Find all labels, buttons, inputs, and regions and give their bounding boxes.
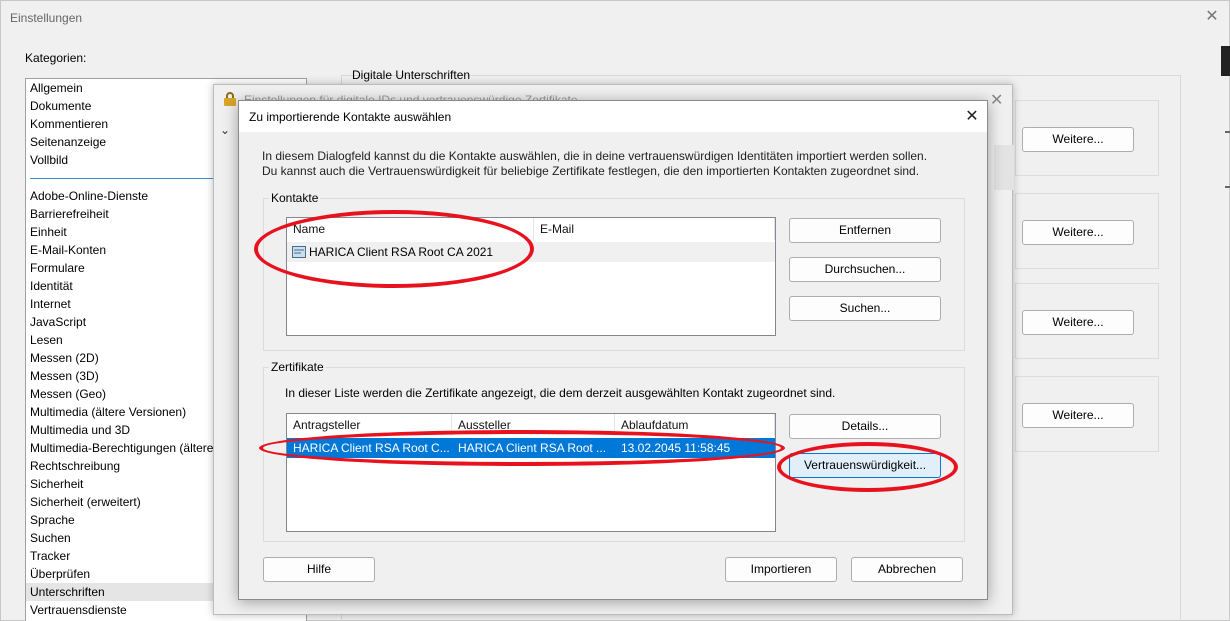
remove-button[interactable]: Entfernen — [789, 218, 941, 243]
chevron-down-icon[interactable]: ⌄ — [220, 123, 230, 137]
edge-mark — [1225, 131, 1230, 133]
digital-ids-close-icon[interactable]: ✕ — [990, 90, 1003, 110]
contact-row[interactable]: HARICA Client RSA Root CA 2021 — [287, 242, 775, 262]
certificates-list[interactable]: Antragsteller Aussteller Ablaufdatum HAR… — [286, 413, 776, 532]
contact-name: HARICA Client RSA Root CA 2021 — [309, 245, 494, 259]
more-button-2[interactable]: Weitere... — [1022, 220, 1134, 245]
certificate-icon — [292, 245, 306, 262]
intro-line-1: In diesem Dialogfeld kannst du die Konta… — [262, 149, 928, 163]
certificate-row[interactable]: HARICA Client RSA Root C... HARICA Clien… — [287, 438, 775, 458]
window-edge — [1221, 46, 1230, 76]
column-expiry[interactable]: Ablaufdatum — [615, 414, 775, 436]
certificate-issuer: HARICA Client RSA Root ... — [458, 441, 607, 455]
certificates-group-label: Zertifikate — [269, 360, 326, 374]
search-button[interactable]: Suchen... — [789, 296, 941, 321]
column-email[interactable]: E-Mail — [534, 218, 775, 240]
dialog-intro: In diesem Dialogfeld kannst du die Konta… — [262, 149, 977, 179]
details-button[interactable]: Details... — [789, 414, 941, 439]
dialog-title: Zu importierende Kontakte auswählen — [249, 110, 452, 124]
digital-ids-list-edge — [994, 145, 1014, 190]
column-issuer[interactable]: Aussteller — [452, 414, 615, 436]
intro-line-2: Du kannst auch die Vertrauenswürdigkeit … — [262, 164, 920, 178]
contact-email — [534, 242, 775, 262]
lock-icon — [222, 91, 238, 110]
browse-button[interactable]: Durchsuchen... — [789, 257, 941, 282]
settings-window-title: Einstellungen — [10, 11, 83, 25]
dialog-close-icon[interactable]: ✕ — [961, 106, 983, 128]
more-button-4[interactable]: Weitere... — [1022, 403, 1134, 428]
more-button-3[interactable]: Weitere... — [1022, 310, 1134, 335]
trust-button[interactable]: Vertrauenswürdigkeit... — [789, 453, 941, 478]
certificates-description: In dieser Liste werden die Zertifikate a… — [285, 386, 836, 400]
column-name[interactable]: Name — [287, 218, 534, 240]
contacts-group-label: Kontakte — [269, 191, 321, 205]
column-subject[interactable]: Antragsteller — [287, 414, 452, 436]
certificates-list-header: Antragsteller Aussteller Ablaufdatum — [287, 414, 775, 436]
categories-label: Kategorien: — [25, 51, 87, 65]
settings-close-icon[interactable]: ✕ — [1201, 6, 1223, 28]
import-contacts-dialog: Zu importierende Kontakte auswählen ✕ In… — [238, 100, 988, 600]
digital-signatures-title: Digitale Unterschriften — [352, 68, 471, 82]
edge-mark — [1225, 186, 1230, 188]
import-button[interactable]: Importieren — [725, 557, 837, 582]
help-button[interactable]: Hilfe — [263, 557, 375, 582]
more-button-1[interactable]: Weitere... — [1022, 127, 1134, 152]
dialog-titlebar: Zu importierende Kontakte auswählen ✕ — [239, 101, 987, 132]
certificate-expiry: 13.02.2045 11:58:45 — [621, 441, 731, 455]
certificate-subject: HARICA Client RSA Root C... — [293, 441, 450, 455]
contacts-list[interactable]: Name E-Mail HARICA Client RSA Root CA 20… — [286, 217, 776, 336]
contacts-list-header: Name E-Mail — [287, 218, 775, 240]
contact-name-cell: HARICA Client RSA Root CA 2021 — [287, 242, 534, 262]
cancel-button[interactable]: Abbrechen — [851, 557, 963, 582]
